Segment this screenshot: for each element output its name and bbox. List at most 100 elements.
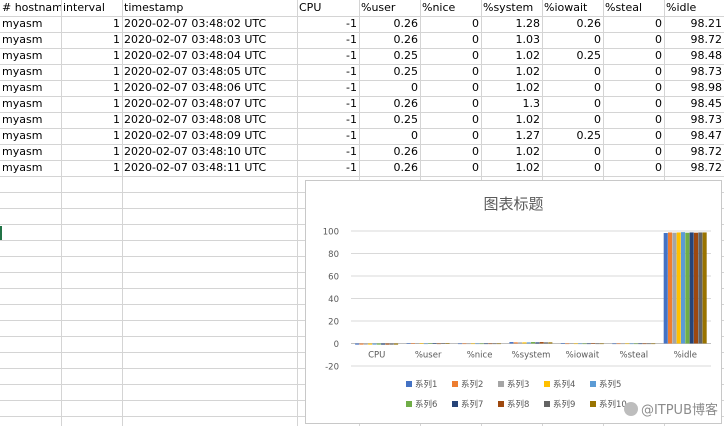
table-cell[interactable]: 1.02 [481, 144, 542, 160]
table-cell[interactable]: 98.21 [664, 16, 724, 32]
table-cell[interactable]: 2020-02-07 03:48:05 UTC [122, 64, 297, 80]
table-cell[interactable]: 0 [359, 128, 420, 144]
table-cell[interactable]: 2020-02-07 03:48:11 UTC [122, 160, 297, 176]
table-cell[interactable]: -1 [297, 160, 359, 176]
table-cell[interactable]: 98.73 [664, 112, 724, 128]
column-header-cell[interactable]: interval [61, 0, 122, 16]
table-cell[interactable]: 0 [603, 64, 664, 80]
table-cell[interactable]: 0.25 [542, 128, 603, 144]
table-cell[interactable]: 0 [420, 32, 481, 48]
table-cell[interactable]: 1.03 [481, 32, 542, 48]
table-cell[interactable]: 0 [420, 128, 481, 144]
table-cell[interactable]: 0.26 [542, 16, 603, 32]
table-cell[interactable]: 0.25 [359, 48, 420, 64]
table-cell[interactable]: myasm [0, 48, 61, 64]
table-cell[interactable]: 1 [61, 128, 122, 144]
table-cell[interactable]: 98.98 [664, 80, 724, 96]
table-cell[interactable]: 0.25 [359, 112, 420, 128]
column-header-cell[interactable]: %user [359, 0, 420, 16]
column-header-cell[interactable]: %nice [420, 0, 481, 16]
table-cell[interactable]: 1 [61, 112, 122, 128]
table-cell[interactable]: 2020-02-07 03:48:03 UTC [122, 32, 297, 48]
table-cell[interactable]: -1 [297, 112, 359, 128]
table-cell[interactable]: 0.26 [359, 144, 420, 160]
table-cell[interactable]: 1 [61, 16, 122, 32]
table-cell[interactable]: -1 [297, 128, 359, 144]
table-cell[interactable]: 0 [603, 128, 664, 144]
column-header-cell[interactable]: %steal [603, 0, 664, 16]
table-cell[interactable]: 0 [420, 64, 481, 80]
table-cell[interactable]: 98.72 [664, 32, 724, 48]
table-cell[interactable]: -1 [297, 144, 359, 160]
table-cell[interactable]: 2020-02-07 03:48:08 UTC [122, 112, 297, 128]
table-cell[interactable]: 1.02 [481, 160, 542, 176]
table-cell[interactable]: 98.72 [664, 160, 724, 176]
table-cell[interactable]: 1.3 [481, 96, 542, 112]
table-cell[interactable]: 0 [603, 160, 664, 176]
table-cell[interactable]: 98.48 [664, 48, 724, 64]
table-cell[interactable]: 0.25 [359, 64, 420, 80]
table-cell[interactable]: 98.47 [664, 128, 724, 144]
table-cell[interactable]: 0.26 [359, 16, 420, 32]
table-cell[interactable]: 0 [542, 96, 603, 112]
table-cell[interactable]: -1 [297, 96, 359, 112]
table-cell[interactable]: 0 [542, 32, 603, 48]
table-cell[interactable]: 0 [542, 112, 603, 128]
table-cell[interactable]: 2020-02-07 03:48:09 UTC [122, 128, 297, 144]
table-cell[interactable]: 0 [542, 80, 603, 96]
table-cell[interactable]: myasm [0, 144, 61, 160]
table-cell[interactable]: 0 [420, 160, 481, 176]
table-cell[interactable]: 0.26 [359, 160, 420, 176]
table-cell[interactable]: 1.02 [481, 64, 542, 80]
table-cell[interactable]: 1 [61, 160, 122, 176]
table-cell[interactable]: 1 [61, 32, 122, 48]
table-cell[interactable]: 1 [61, 64, 122, 80]
table-cell[interactable]: 0 [603, 16, 664, 32]
table-cell[interactable]: 2020-02-07 03:48:04 UTC [122, 48, 297, 64]
table-cell[interactable]: -1 [297, 64, 359, 80]
column-header-cell[interactable]: # hostname [0, 0, 61, 16]
table-cell[interactable]: 0.25 [542, 48, 603, 64]
column-header-cell[interactable]: CPU [297, 0, 359, 16]
chart-container[interactable]: 图表标题 -20 0 20 40 60 80 100 CPU %user %nice %system… [305, 180, 722, 424]
column-header-cell[interactable]: timestamp [122, 0, 297, 16]
table-cell[interactable]: 1 [61, 80, 122, 96]
table-cell[interactable]: 0 [603, 80, 664, 96]
table-cell[interactable]: myasm [0, 112, 61, 128]
table-cell[interactable]: 0.26 [359, 32, 420, 48]
table-cell[interactable]: 1 [61, 96, 122, 112]
table-cell[interactable]: 1.02 [481, 48, 542, 64]
table-cell[interactable]: 0 [542, 64, 603, 80]
table-cell[interactable]: 1.02 [481, 112, 542, 128]
table-cell[interactable]: 0 [420, 144, 481, 160]
table-cell[interactable]: myasm [0, 32, 61, 48]
table-cell[interactable]: 0 [420, 80, 481, 96]
table-cell[interactable]: 0 [542, 144, 603, 160]
table-cell[interactable]: 98.73 [664, 64, 724, 80]
table-cell[interactable]: 0 [420, 48, 481, 64]
table-cell[interactable]: myasm [0, 64, 61, 80]
table-cell[interactable]: myasm [0, 80, 61, 96]
table-cell[interactable]: 1.02 [481, 80, 542, 96]
table-cell[interactable]: 0 [542, 160, 603, 176]
table-cell[interactable]: -1 [297, 48, 359, 64]
table-cell[interactable]: 0 [603, 32, 664, 48]
table-cell[interactable]: 0 [420, 112, 481, 128]
table-cell[interactable]: -1 [297, 16, 359, 32]
table-cell[interactable]: 98.72 [664, 144, 724, 160]
column-header-cell[interactable]: %system [481, 0, 542, 16]
table-cell[interactable]: 2020-02-07 03:48:06 UTC [122, 80, 297, 96]
table-cell[interactable]: myasm [0, 160, 61, 176]
column-header-cell[interactable]: %iowait [542, 0, 603, 16]
table-cell[interactable]: 98.45 [664, 96, 724, 112]
table-cell[interactable]: 0 [603, 144, 664, 160]
table-cell[interactable]: 1 [61, 48, 122, 64]
table-cell[interactable]: 0.26 [359, 96, 420, 112]
table-cell[interactable]: myasm [0, 96, 61, 112]
column-header-cell[interactable]: %idle [664, 0, 724, 16]
table-cell[interactable]: 0 [420, 96, 481, 112]
table-cell[interactable]: -1 [297, 32, 359, 48]
table-cell[interactable]: 0 [420, 16, 481, 32]
table-cell[interactable]: 2020-02-07 03:48:07 UTC [122, 96, 297, 112]
table-cell[interactable]: 1.27 [481, 128, 542, 144]
